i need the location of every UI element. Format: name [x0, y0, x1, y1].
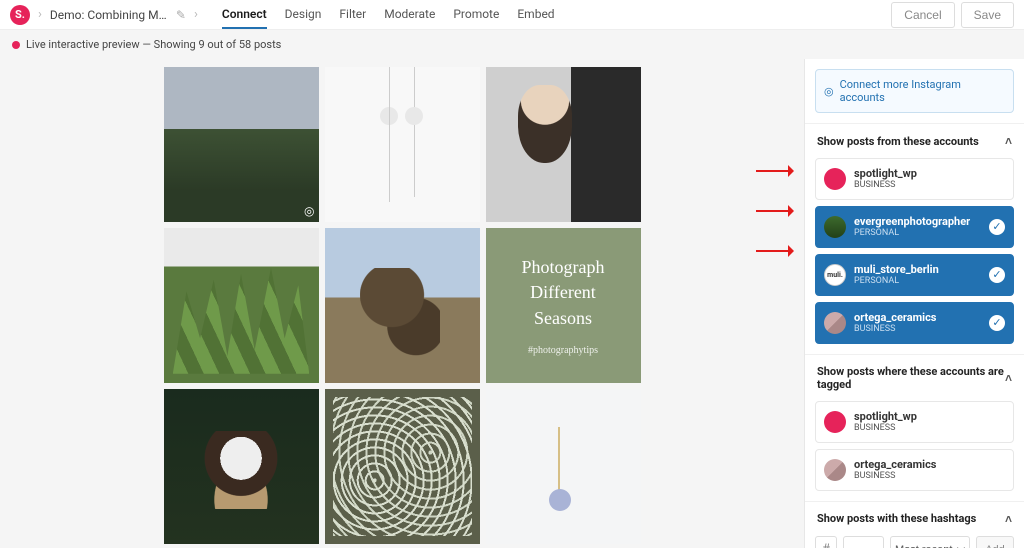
connect-accounts-button[interactable]: ◎ Connect more Instagram accounts [815, 69, 1014, 113]
tile-text: Different [530, 280, 596, 305]
account-name: ortega_ceramics [854, 311, 936, 324]
tagged-list: spotlight_wp BUSINESS ortega_ceramics BU… [805, 401, 1024, 501]
accounts-list: spotlight_wp BUSINESS evergreenphotograp… [805, 158, 1024, 354]
avatar [824, 459, 846, 481]
feed-grid: ◎ Photograph Different Seasons #photogra… [164, 67, 641, 544]
annotation-arrow-icon [756, 205, 800, 217]
brand-logo[interactable]: S. [10, 5, 30, 25]
section-header-tagged[interactable]: Show posts where these accounts are tagg… [805, 354, 1024, 401]
account-name: ortega_ceramics [854, 458, 936, 471]
account-item[interactable]: ortega_ceramics BUSINESS ✓ [815, 302, 1014, 344]
chevron-up-icon: ˄ [1005, 134, 1012, 148]
tile-text: Photograph [522, 255, 605, 280]
tile-text: Seasons [534, 306, 592, 331]
account-name: spotlight_wp [854, 410, 917, 423]
cancel-button[interactable]: Cancel [891, 2, 954, 28]
connect-accounts-label: Connect more Instagram accounts [840, 78, 1005, 104]
section-title: Show posts from these accounts [817, 135, 979, 148]
chevron-up-icon: ˄ [1005, 371, 1012, 385]
post-tile[interactable]: Photograph Different Seasons #photograph… [486, 228, 641, 383]
feed-preview: ◎ Photograph Different Seasons #photogra… [0, 59, 804, 548]
avatar [824, 216, 846, 238]
post-tile[interactable] [486, 67, 641, 222]
hashtag-add-button[interactable]: Add [976, 536, 1014, 548]
avatar [824, 312, 846, 334]
account-item[interactable]: ortega_ceramics BUSINESS [815, 449, 1014, 491]
section-title: Show posts where these accounts are tagg… [817, 365, 1005, 391]
check-icon: ✓ [989, 267, 1005, 283]
section-title: Show posts with these hashtags [817, 512, 976, 525]
instagram-icon: ◎ [824, 85, 834, 98]
account-name: muli_store_berlin [854, 263, 939, 276]
settings-sidebar: ◎ Connect more Instagram accounts Show p… [804, 59, 1024, 548]
tab-embed[interactable]: Embed [517, 1, 554, 29]
chevron-up-icon: ˄ [1005, 512, 1012, 526]
tab-moderate[interactable]: Moderate [384, 1, 435, 29]
post-tile[interactable] [164, 228, 319, 383]
live-dot-icon [12, 41, 20, 49]
instagram-icon: ◎ [304, 204, 314, 218]
chevron-right-icon: › [38, 7, 42, 22]
post-tile[interactable]: ◎ [164, 67, 319, 222]
post-tile[interactable] [325, 67, 480, 222]
tab-promote[interactable]: Promote [453, 1, 499, 29]
account-item[interactable]: muli. muli_store_berlin PERSONAL ✓ [815, 254, 1014, 296]
post-tile[interactable] [325, 389, 480, 544]
avatar: muli. [824, 264, 846, 286]
hash-icon: # [815, 536, 837, 548]
app-header: S. › Demo: Combining Mul... ✎ › Connect … [0, 0, 1024, 30]
section-header-accounts[interactable]: Show posts from these accounts ˄ [805, 123, 1024, 158]
account-type: PERSONAL [854, 276, 939, 287]
account-item[interactable]: spotlight_wp BUSINESS [815, 158, 1014, 200]
post-tile[interactable] [164, 389, 319, 544]
tab-design[interactable]: Design [285, 1, 322, 29]
annotation-arrow-icon [756, 165, 800, 177]
account-type: PERSONAL [854, 228, 970, 239]
pencil-icon[interactable]: ✎ [176, 8, 186, 22]
account-type: BUSINESS [854, 180, 917, 191]
check-icon: ✓ [989, 315, 1005, 331]
post-tile[interactable] [325, 228, 480, 383]
main-tabs: Connect Design Filter Moderate Promote E… [222, 1, 555, 29]
account-type: BUSINESS [854, 324, 936, 335]
save-button[interactable]: Save [961, 2, 1014, 28]
preview-status-text: Live interactive preview — Showing 9 out… [26, 38, 281, 51]
account-type: BUSINESS [854, 423, 917, 434]
breadcrumb[interactable]: Demo: Combining Mul... [50, 8, 170, 22]
section-header-hashtags[interactable]: Show posts with these hashtags ˄ [805, 501, 1024, 536]
preview-status: Live interactive preview — Showing 9 out… [0, 30, 1024, 59]
account-item[interactable]: spotlight_wp BUSINESS [815, 401, 1014, 443]
account-name: evergreenphotographer [854, 215, 970, 228]
account-type: BUSINESS [854, 471, 936, 482]
hashtag-row: # Most recent Add [805, 536, 1024, 548]
avatar [824, 411, 846, 433]
hashtag-sort-select[interactable]: Most recent [890, 536, 970, 548]
account-item[interactable]: evergreenphotographer PERSONAL ✓ [815, 206, 1014, 248]
tile-subtext: #photographytips [528, 345, 598, 356]
chevron-right-icon: › [194, 7, 198, 22]
avatar [824, 168, 846, 190]
tab-connect[interactable]: Connect [222, 1, 267, 29]
tab-filter[interactable]: Filter [339, 1, 366, 29]
account-name: spotlight_wp [854, 167, 917, 180]
check-icon: ✓ [989, 219, 1005, 235]
annotation-arrow-icon [756, 245, 800, 257]
hashtag-input[interactable] [843, 536, 884, 548]
post-tile[interactable] [486, 389, 641, 544]
